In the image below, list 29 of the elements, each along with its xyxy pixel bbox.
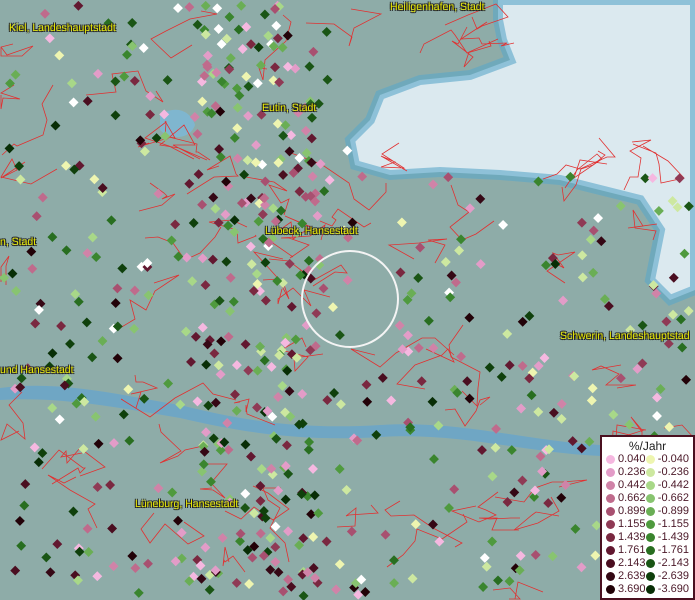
- legend-value: -2.143: [658, 557, 689, 570]
- legend-value: -1.761: [658, 544, 689, 557]
- legend-value: 0.236: [618, 466, 646, 479]
- legend-value: -0.662: [658, 492, 689, 505]
- legend-value: 1.439: [618, 531, 646, 544]
- legend-value: -3.690: [658, 583, 689, 596]
- legend-value: -0.040: [658, 453, 689, 466]
- legend-value: -0.236: [658, 466, 689, 479]
- legend-value: 0.040: [618, 453, 646, 466]
- city-label: Heiligenhafen, Stadt: [390, 1, 485, 14]
- legend-value: 0.662: [618, 492, 646, 505]
- legend-value: 0.899: [618, 505, 646, 518]
- legend-value: 2.639: [618, 570, 646, 583]
- legend-value: -1.155: [658, 518, 689, 531]
- legend-value: 1.761: [618, 544, 646, 557]
- city-label: Eutin, Stadt: [262, 102, 316, 115]
- legend-value: -0.442: [658, 479, 689, 492]
- legend-value: -0.899: [658, 505, 689, 518]
- legend-value: -1.439: [658, 531, 689, 544]
- city-label: Kiel, Landeshauptstadt: [9, 22, 116, 35]
- legend-value: 0.442: [618, 479, 646, 492]
- city-label: Schwerin, Landeshauptstad: [560, 330, 690, 343]
- legend-value: 3.690: [618, 583, 646, 596]
- city-label: n, Stadt: [0, 236, 36, 249]
- legend-title: %/Jahr: [628, 439, 668, 453]
- legend-value: 1.155: [618, 518, 646, 531]
- legend-value: -2.639: [658, 570, 689, 583]
- legend-value: 2.143: [618, 557, 646, 570]
- city-label: Lüneburg, Hansestadt: [135, 498, 238, 511]
